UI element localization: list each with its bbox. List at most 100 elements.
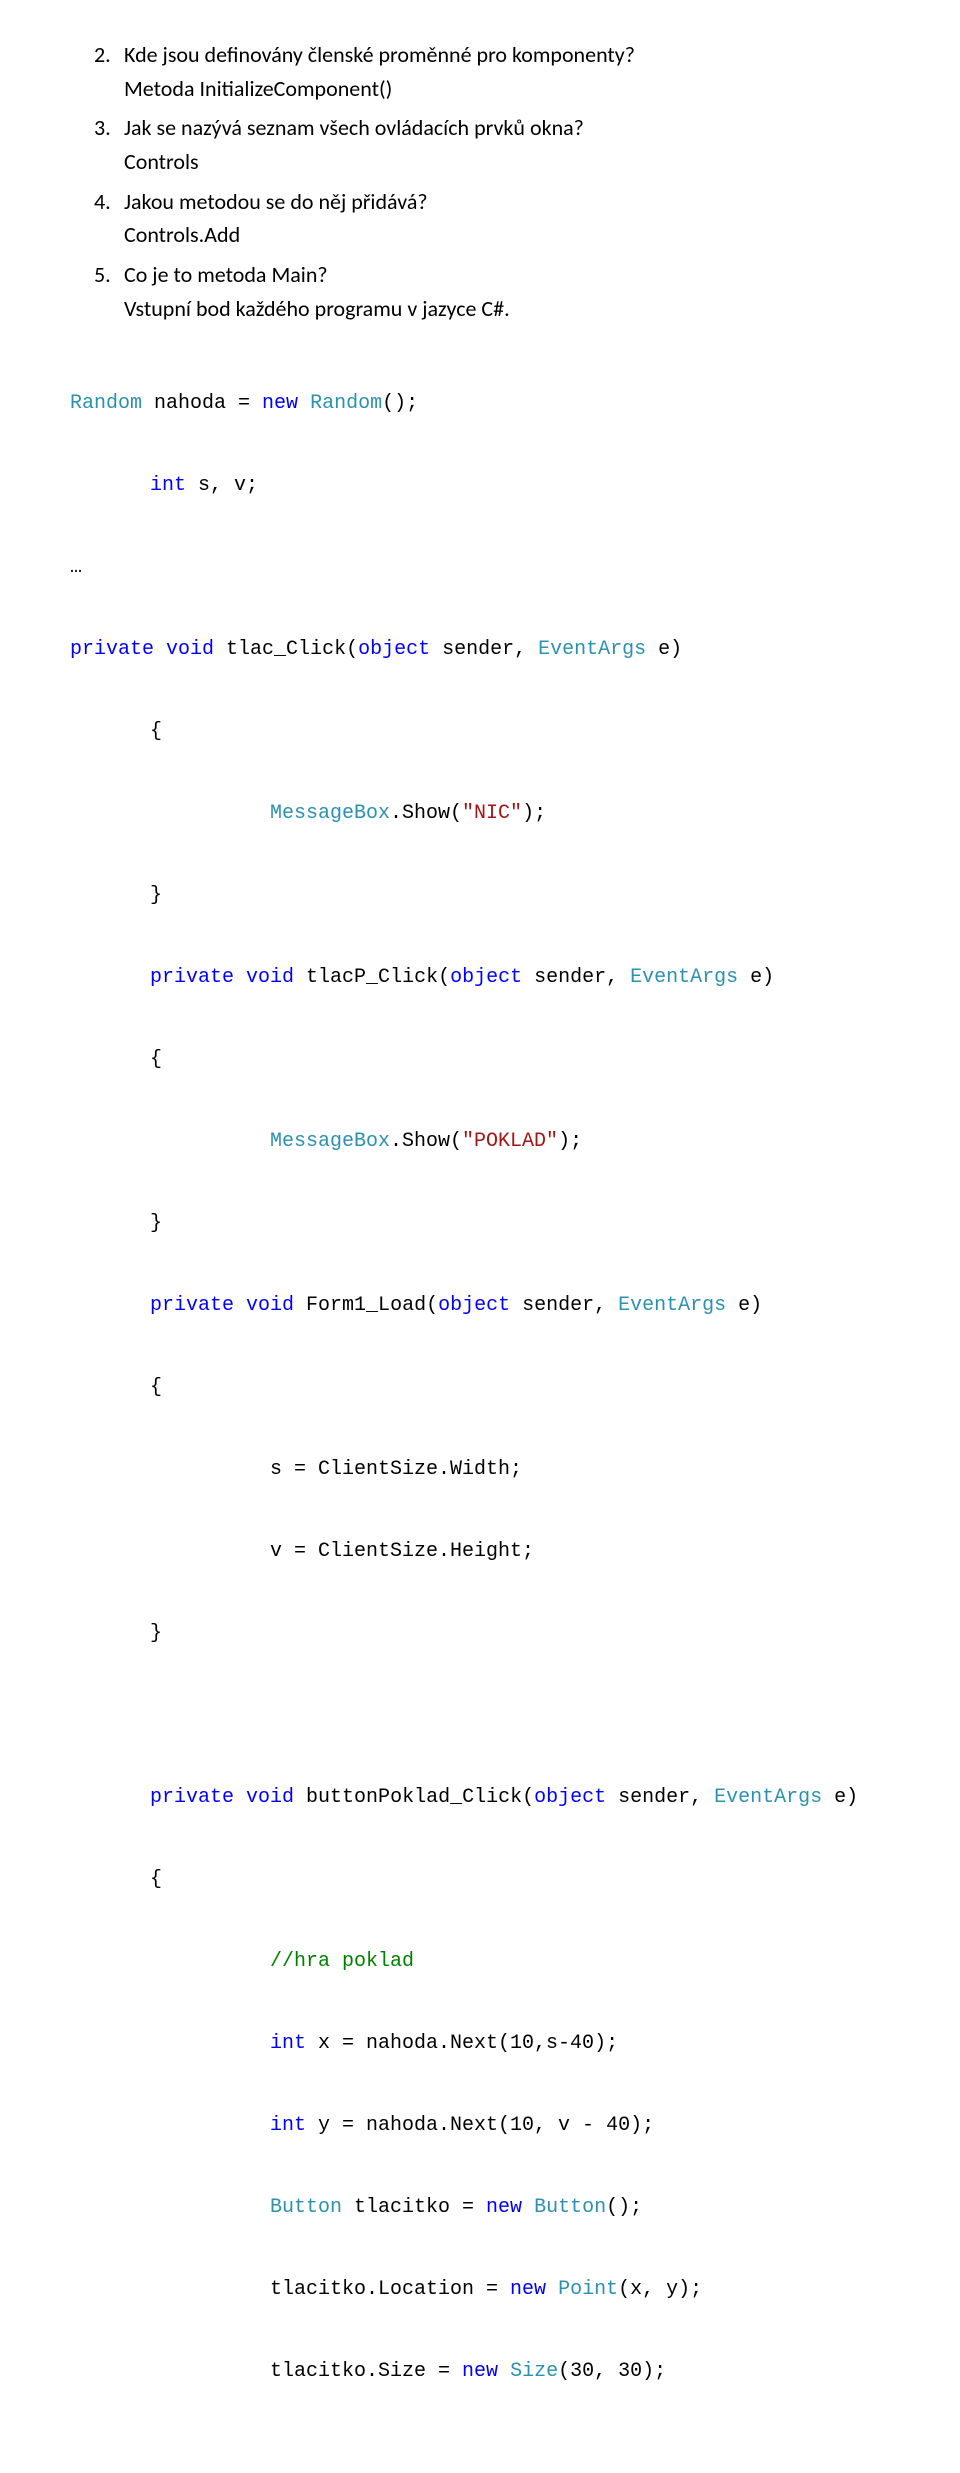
code-line: int y = nahoda.Next(10, v - 40); [70, 2105, 890, 2146]
code-token [298, 392, 310, 415]
code-line: private void tlacP_Click(object sender, … [70, 957, 890, 998]
code-token: private [150, 1786, 234, 1809]
code-token: void [246, 1786, 294, 1809]
code-token: EventArgs [618, 1294, 726, 1317]
code-line: private void tlac_Click(object sender, E… [70, 629, 890, 670]
code-line: s = ClientSize.Width; [70, 1449, 890, 1490]
code-line: private void buttonPoklad_Click(object s… [70, 1777, 890, 1818]
code-line: } [70, 1613, 890, 1654]
code-token: s, v; [186, 474, 258, 497]
code-block: Random nahoda = new Random(); int s, v; … [70, 342, 890, 2433]
code-token: Random [70, 392, 142, 415]
code-token: object [534, 1786, 606, 1809]
code-token: int [270, 2032, 306, 2055]
code-token: private [150, 1294, 234, 1317]
code-token [498, 2360, 510, 2383]
code-token: (30, 30); [558, 2360, 666, 2383]
code-line: Button tlacitko = new Button(); [70, 2187, 890, 2228]
code-token: "POKLAD" [462, 1130, 558, 1153]
question-text: Kde jsou definovány členské proměnné pro… [124, 40, 890, 70]
question-text: Jak se nazývá seznam všech ovládacích pr… [124, 113, 890, 143]
code-line: v = ClientSize.Height; [70, 1531, 890, 1572]
question-text: Co je to metoda Main? [124, 260, 890, 290]
code-token: void [246, 1294, 294, 1317]
code-token: new [486, 2196, 522, 2219]
code-token: Button [270, 2196, 342, 2219]
code-token: Button [534, 2196, 606, 2219]
question-text: Jakou metodou se do něj přidává? [124, 187, 890, 217]
code-token: object [450, 966, 522, 989]
code-token: tlac_Click( [214, 638, 358, 661]
code-line: MessageBox.Show("POKLAD"); [70, 1121, 890, 1162]
code-token: object [438, 1294, 510, 1317]
code-token: ); [522, 802, 546, 825]
code-token: sender, [606, 1786, 714, 1809]
answer-4: Controls.Add [124, 220, 890, 250]
code-token: y = nahoda.Next(10, v - 40); [306, 2114, 654, 2137]
code-token: MessageBox [270, 802, 390, 825]
question-4: 4. Jakou metodou se do něj přidává? [70, 187, 890, 217]
code-line: int x = nahoda.Next(10,s-40); [70, 2023, 890, 2064]
answer-3: Controls [124, 147, 890, 177]
code-token: tlacitko.Size = [270, 2360, 462, 2383]
code-token: int [270, 2114, 306, 2137]
code-token: private [150, 966, 234, 989]
code-token: new [462, 2360, 498, 2383]
code-token: e) [822, 1786, 858, 1809]
code-line: tlacitko.Size = new Size(30, 30); [70, 2351, 890, 2392]
code-token: (); [382, 392, 418, 415]
code-token [234, 1786, 246, 1809]
code-line: } [70, 1203, 890, 1244]
code-line: private void Form1_Load(object sender, E… [70, 1285, 890, 1326]
list-number: 5. [70, 260, 124, 290]
code-line: MessageBox.Show("NIC"); [70, 793, 890, 834]
code-line: { [70, 1367, 890, 1408]
code-token: e) [738, 966, 774, 989]
code-token: e) [646, 638, 682, 661]
code-token: .Show( [390, 1130, 462, 1153]
code-token: sender, [522, 966, 630, 989]
code-token: ); [558, 1130, 582, 1153]
code-line: } [70, 875, 890, 916]
question-2: 2. Kde jsou definovány členské proměnné … [70, 40, 890, 70]
code-token: (x, y); [618, 2278, 702, 2301]
code-line [70, 1695, 890, 1736]
question-list: 2. Kde jsou definovány členské proměnné … [70, 40, 890, 324]
code-token: tlacitko = [342, 2196, 486, 2219]
code-token: int [150, 474, 186, 497]
code-line: … [70, 547, 890, 588]
answer-5: Vstupní bod každého programu v jazyce C#… [124, 294, 890, 324]
code-token: tlacP_Click( [294, 966, 450, 989]
list-number: 2. [70, 40, 124, 70]
code-token: void [166, 638, 214, 661]
code-token: EventArgs [630, 966, 738, 989]
code-token: Form1_Load( [294, 1294, 438, 1317]
list-number: 3. [70, 113, 124, 143]
code-line: { [70, 711, 890, 752]
code-token [546, 2278, 558, 2301]
code-token: void [246, 966, 294, 989]
code-token [234, 966, 246, 989]
code-token: EventArgs [714, 1786, 822, 1809]
code-token: "NIC" [462, 802, 522, 825]
code-token: tlacitko.Location = [270, 2278, 510, 2301]
list-number: 4. [70, 187, 124, 217]
code-token: new [510, 2278, 546, 2301]
code-token: sender, [510, 1294, 618, 1317]
code-token: buttonPoklad_Click( [294, 1786, 534, 1809]
code-token: object [358, 638, 430, 661]
code-token [154, 638, 166, 661]
code-line: int s, v; [70, 465, 890, 506]
code-token: new [262, 392, 298, 415]
code-token: .Show( [390, 802, 462, 825]
code-token: private [70, 638, 154, 661]
code-token: Point [558, 2278, 618, 2301]
code-line: { [70, 1039, 890, 1080]
code-token: x = nahoda.Next(10,s-40); [306, 2032, 618, 2055]
code-token: sender, [430, 638, 538, 661]
code-token: MessageBox [270, 1130, 390, 1153]
code-line: tlacitko.Location = new Point(x, y); [70, 2269, 890, 2310]
code-token: e) [726, 1294, 762, 1317]
question-5: 5. Co je to metoda Main? [70, 260, 890, 290]
question-3: 3. Jak se nazývá seznam všech ovládacích… [70, 113, 890, 143]
